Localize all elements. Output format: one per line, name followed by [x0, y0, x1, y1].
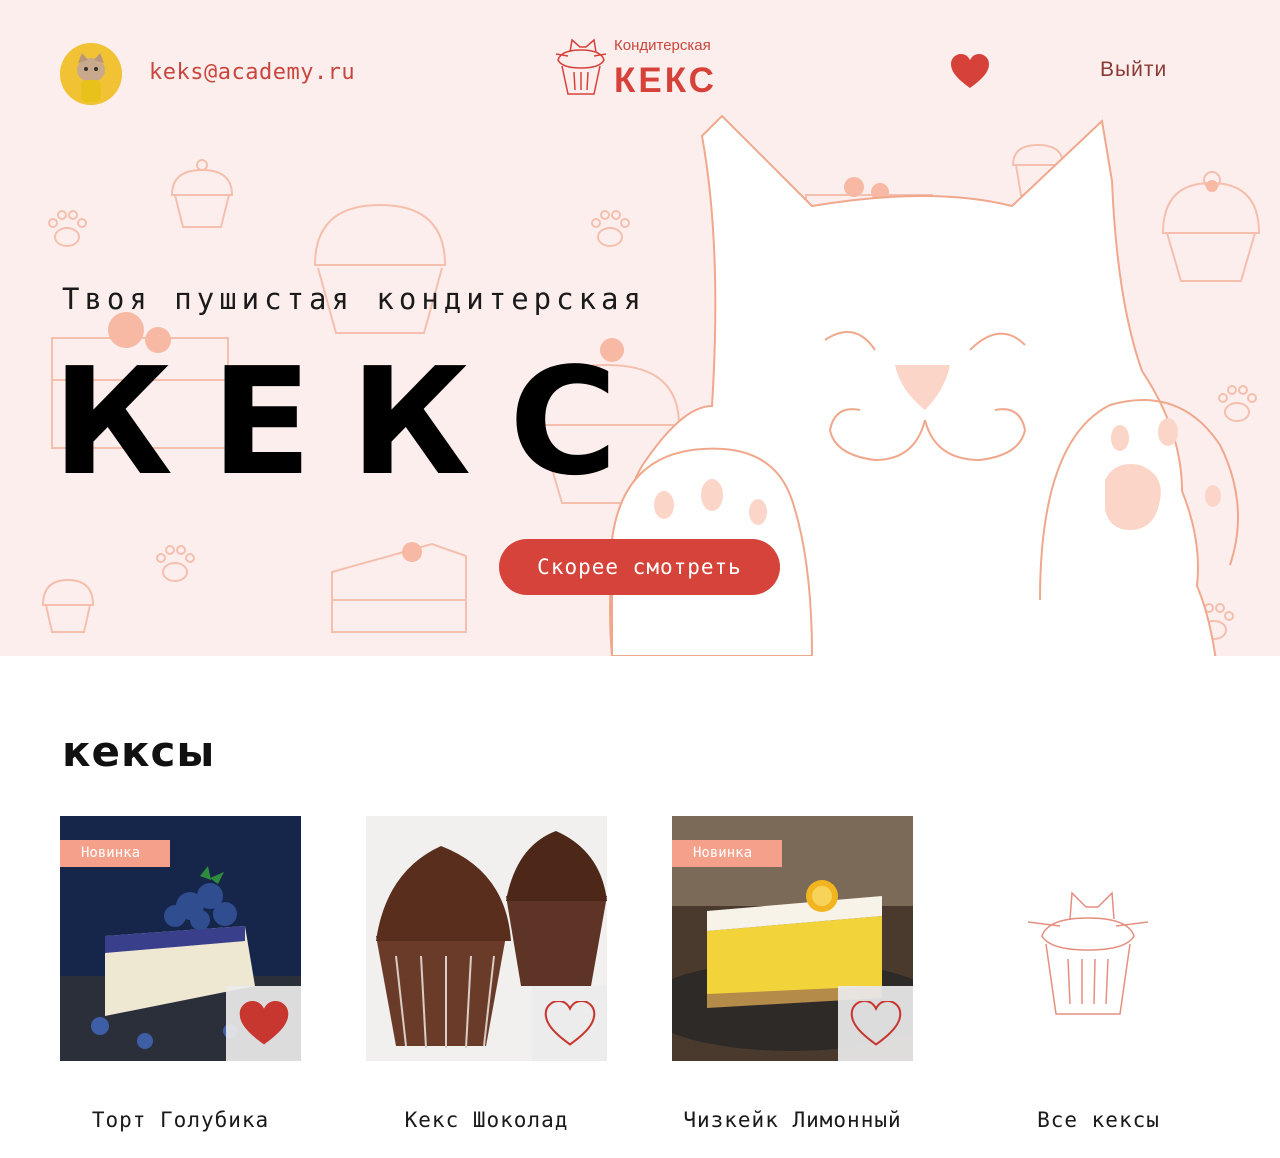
all-cupcakes-link[interactable]: Все кексы — [978, 816, 1219, 1156]
avatar[interactable] — [60, 43, 122, 105]
user-email-link[interactable]: keks@academy.ru — [149, 60, 355, 85]
heart-outline-icon — [850, 1000, 901, 1046]
kitten-avatar-image — [60, 43, 122, 105]
heart-icon — [951, 54, 989, 88]
hero-title: КЕКС — [52, 336, 656, 508]
cat-cupcake-logo-icon — [555, 38, 607, 95]
like-button[interactable] — [226, 986, 301, 1061]
like-button[interactable] — [532, 986, 607, 1061]
product-card[interactable]: Новинка Торт Голубика — [60, 816, 301, 1132]
cta-button[interactable]: Скорее смотреть — [499, 539, 780, 595]
hero-subtitle: Твоя пушистая кондитерская — [62, 282, 646, 316]
product-card[interactable]: Кекс Шоколад — [366, 816, 607, 1132]
like-button[interactable] — [838, 986, 913, 1061]
product-name[interactable]: Чизкейк Лимонный — [632, 1108, 953, 1132]
cat-cupcake-icon — [1028, 891, 1148, 1015]
product-image[interactable] — [366, 816, 607, 1061]
product-name[interactable]: Торт Голубика — [20, 1108, 341, 1132]
product-image[interactable]: Новинка — [672, 816, 913, 1061]
site-header: keks@academy.ru Кондитерская КЕКС Выйти — [0, 0, 1280, 140]
heart-filled-icon — [239, 1000, 288, 1044]
logo-subtitle: Кондитерская — [614, 37, 711, 54]
section-title: кексы — [62, 727, 216, 776]
new-badge: Новинка — [60, 840, 170, 867]
logo-title: КЕКС — [614, 61, 717, 100]
product-name[interactable]: Кекс Шоколад — [326, 1108, 647, 1132]
favorites-button[interactable] — [950, 54, 990, 90]
product-image[interactable]: Новинка — [60, 816, 301, 1061]
logout-button[interactable]: Выйти — [1100, 58, 1167, 82]
all-cupcakes-label[interactable]: Все кексы — [978, 1108, 1219, 1132]
site-logo[interactable]: Кондитерская КЕКС — [554, 34, 734, 104]
heart-outline-icon — [544, 1000, 595, 1046]
product-card[interactable]: Новинка Чизкейк Лимонный — [672, 816, 913, 1132]
new-badge: Новинка — [672, 840, 782, 867]
